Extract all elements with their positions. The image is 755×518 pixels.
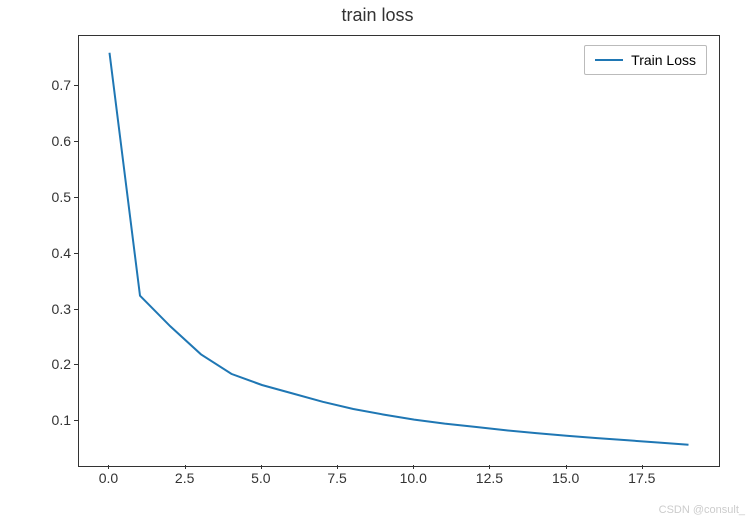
plot-area xyxy=(78,35,720,467)
x-tick-label: 12.5 xyxy=(476,470,503,486)
line-series xyxy=(79,36,719,466)
y-tick-mark xyxy=(74,253,78,254)
y-tick-mark xyxy=(74,309,78,310)
y-tick-label: 0.6 xyxy=(31,133,71,149)
y-tick-mark xyxy=(74,141,78,142)
x-tick-label: 17.5 xyxy=(628,470,655,486)
x-tick-label: 5.0 xyxy=(251,470,270,486)
x-tick-mark xyxy=(108,465,109,469)
x-tick-mark xyxy=(261,465,262,469)
x-tick-label: 7.5 xyxy=(327,470,346,486)
watermark: CSDN @consult_ xyxy=(659,504,745,516)
x-tick-mark xyxy=(413,465,414,469)
chart-title: train loss xyxy=(0,5,755,26)
y-tick-label: 0.7 xyxy=(31,77,71,93)
chart-container: train loss 0.1 0.2 0.3 0.4 0.5 0.6 0.7 0.0 2.5 5… xyxy=(0,0,755,518)
y-tick-label: 0.3 xyxy=(31,301,71,317)
y-tick-mark xyxy=(74,364,78,365)
x-tick-label: 10.0 xyxy=(400,470,427,486)
y-tick-mark xyxy=(74,420,78,421)
legend-line-icon xyxy=(595,59,623,61)
y-tick-label: 0.5 xyxy=(31,189,71,205)
x-tick-mark xyxy=(185,465,186,469)
x-tick-mark xyxy=(642,465,643,469)
y-tick-mark xyxy=(74,197,78,198)
legend: Train Loss xyxy=(584,45,707,75)
x-tick-mark xyxy=(489,465,490,469)
x-tick-mark xyxy=(337,465,338,469)
y-tick-mark xyxy=(74,85,78,86)
y-tick-label: 0.4 xyxy=(31,245,71,261)
legend-label: Train Loss xyxy=(631,52,696,68)
y-tick-label: 0.1 xyxy=(31,412,71,428)
x-tick-label: 2.5 xyxy=(175,470,194,486)
x-tick-label: 0.0 xyxy=(99,470,118,486)
y-tick-label: 0.2 xyxy=(31,356,71,372)
x-tick-mark xyxy=(566,465,567,469)
x-tick-label: 15.0 xyxy=(552,470,579,486)
